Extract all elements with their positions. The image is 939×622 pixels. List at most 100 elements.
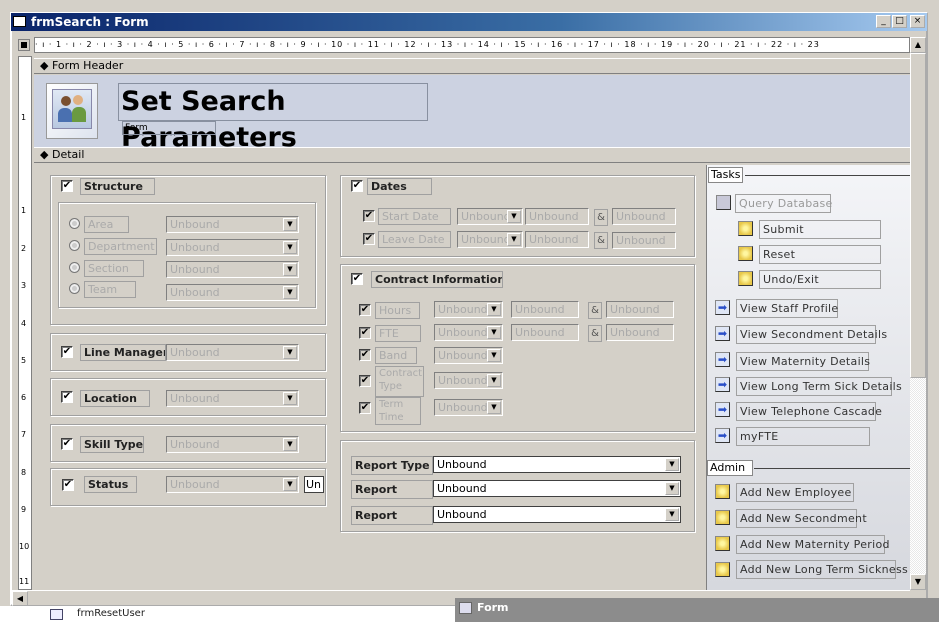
scroll-down-button[interactable]: ▼: [910, 574, 926, 590]
add-new-secondment-button[interactable]: Add New Secondment: [736, 509, 867, 528]
query-database-button[interactable]: Query Database: [735, 194, 832, 213]
report-type-combo[interactable]: Unbound ▼: [433, 456, 681, 473]
dropdown-arrow-icon[interactable]: ▼: [665, 458, 679, 471]
report-combo[interactable]: Unbound ▼: [433, 506, 681, 523]
view-maternity-details-button[interactable]: View Maternity Details: [736, 352, 870, 371]
start-date-operator[interactable]: Unbound ▼: [457, 208, 523, 225]
band-checkbox[interactable]: ✔: [359, 349, 371, 361]
view-long-term-sick-button[interactable]: View Long Term Sick Details: [736, 377, 902, 396]
start-date-to[interactable]: Unbound: [612, 208, 676, 225]
star-icon[interactable]: [715, 484, 730, 499]
dropdown-arrow-icon[interactable]: ▼: [487, 326, 501, 339]
submit-button[interactable]: Submit: [759, 220, 881, 239]
leave-date-operator[interactable]: Unbound ▼: [457, 231, 523, 248]
skill-type-combo[interactable]: Unbound ▼: [166, 436, 299, 453]
add-new-employee-button[interactable]: Add New Employee: [736, 483, 854, 502]
star-icon[interactable]: [715, 510, 730, 525]
form-header-bar[interactable]: ◆ Form Header: [34, 58, 910, 74]
star-icon[interactable]: [738, 221, 753, 236]
area-combo[interactable]: Unbound ▼: [166, 216, 299, 233]
view-telephone-cascade-button[interactable]: View Telephone Cascade: [736, 402, 882, 421]
maximize-button[interactable]: □: [892, 15, 907, 28]
dropdown-arrow-icon[interactable]: ▼: [665, 482, 679, 495]
hours-to[interactable]: Unbound: [606, 301, 674, 318]
area-radio[interactable]: [69, 218, 80, 229]
detail-bar[interactable]: ◆ Detail: [34, 147, 910, 163]
fte-operator[interactable]: Unbound ▼: [434, 324, 503, 341]
star-icon[interactable]: [715, 562, 730, 577]
fte-to[interactable]: Unbound: [606, 324, 674, 341]
star-icon[interactable]: [738, 271, 753, 286]
section-combo[interactable]: Unbound ▼: [166, 261, 299, 278]
dropdown-arrow-icon[interactable]: ▼: [283, 286, 297, 299]
dropdown-arrow-icon[interactable]: ▼: [283, 346, 297, 359]
skill-type-checkbox[interactable]: ✔: [61, 438, 73, 450]
band-operator[interactable]: Unbound ▼: [434, 347, 503, 364]
fte-checkbox[interactable]: ✔: [359, 327, 371, 339]
line-manager-checkbox[interactable]: ✔: [61, 346, 73, 358]
minimize-button[interactable]: _: [876, 15, 891, 28]
vertical-scrollbar[interactable]: ▲ ▼: [910, 37, 926, 590]
section-radio[interactable]: [69, 262, 80, 273]
list-item[interactable]: frmResetUser: [77, 608, 145, 619]
star-icon[interactable]: [738, 246, 753, 261]
team-radio[interactable]: [69, 283, 80, 294]
add-new-long-term-sickness-button[interactable]: Add New Long Term Sickness: [736, 560, 908, 579]
reset-button[interactable]: Reset: [759, 245, 881, 264]
close-button[interactable]: ×: [910, 15, 925, 28]
view-staff-profile-button[interactable]: View Staff Profile: [736, 299, 838, 318]
form-selector[interactable]: [18, 39, 30, 51]
undo-exit-button[interactable]: Undo/Exit: [759, 270, 881, 289]
structure-checkbox[interactable]: ✔: [61, 180, 73, 192]
view-secondment-details-button[interactable]: View Secondment Details: [736, 325, 887, 344]
arrow-right-icon[interactable]: ➡: [715, 326, 730, 341]
contract-type-checkbox[interactable]: ✔: [359, 375, 371, 387]
scroll-up-button[interactable]: ▲: [910, 37, 926, 53]
star-icon[interactable]: [715, 536, 730, 551]
start-date-checkbox[interactable]: ✔: [363, 210, 375, 222]
dropdown-arrow-icon[interactable]: ▼: [507, 233, 521, 246]
department-combo[interactable]: Unbound ▼: [166, 239, 299, 256]
myfte-button[interactable]: myFTE: [736, 427, 870, 446]
dropdown-arrow-icon[interactable]: ▼: [487, 374, 501, 387]
dropdown-arrow-icon[interactable]: ▼: [487, 401, 501, 414]
dropdown-arrow-icon[interactable]: ▼: [283, 478, 297, 491]
hours-operator[interactable]: Unbound ▼: [434, 301, 503, 318]
department-radio[interactable]: [69, 240, 80, 251]
term-time-operator[interactable]: Unbound ▼: [434, 399, 503, 416]
status-checkbox[interactable]: ✔: [62, 479, 74, 491]
arrow-right-icon[interactable]: ➡: [715, 300, 730, 315]
report-combo[interactable]: Unbound ▼: [433, 480, 681, 497]
scroll-left-button[interactable]: ◀: [12, 591, 28, 606]
location-checkbox[interactable]: ✔: [61, 391, 73, 403]
form-window-title[interactable]: Form: [455, 598, 939, 622]
hours-checkbox[interactable]: ✔: [359, 304, 371, 316]
arrow-right-icon[interactable]: ➡: [715, 402, 730, 417]
scroll-thumb[interactable]: [910, 53, 926, 378]
contract-checkbox[interactable]: ✔: [351, 273, 363, 285]
term-time-checkbox[interactable]: ✔: [359, 402, 371, 414]
dropdown-arrow-icon[interactable]: ▼: [283, 218, 297, 231]
window-title-bar[interactable]: frmSearch : Form: [11, 13, 927, 31]
hours-from[interactable]: Unbound: [511, 301, 579, 318]
arrow-right-icon[interactable]: ➡: [715, 352, 730, 367]
dropdown-arrow-icon[interactable]: ▼: [283, 241, 297, 254]
leave-date-checkbox[interactable]: ✔: [363, 233, 375, 245]
dates-checkbox[interactable]: ✔: [351, 180, 363, 192]
dropdown-arrow-icon[interactable]: ▼: [507, 210, 521, 223]
dropdown-arrow-icon[interactable]: ▼: [283, 392, 297, 405]
dropdown-arrow-icon[interactable]: ▼: [487, 303, 501, 316]
dropdown-arrow-icon[interactable]: ▼: [283, 438, 297, 451]
contract-type-operator[interactable]: Unbound ▼: [434, 372, 503, 389]
dropdown-arrow-icon[interactable]: ▼: [283, 263, 297, 276]
fte-from[interactable]: Unbound: [511, 324, 579, 341]
leave-date-from[interactable]: Unbound: [525, 231, 589, 248]
location-combo[interactable]: Unbound ▼: [166, 390, 299, 407]
status-combo[interactable]: Unbound ▼: [166, 476, 299, 493]
arrow-right-icon[interactable]: ➡: [715, 428, 730, 443]
team-combo[interactable]: Unbound ▼: [166, 284, 299, 301]
dropdown-arrow-icon[interactable]: ▼: [665, 508, 679, 521]
leave-date-to[interactable]: Unbound: [612, 232, 676, 249]
line-manager-combo[interactable]: Unbound ▼: [166, 344, 299, 361]
status-extra-field[interactable]: Un: [304, 476, 324, 493]
